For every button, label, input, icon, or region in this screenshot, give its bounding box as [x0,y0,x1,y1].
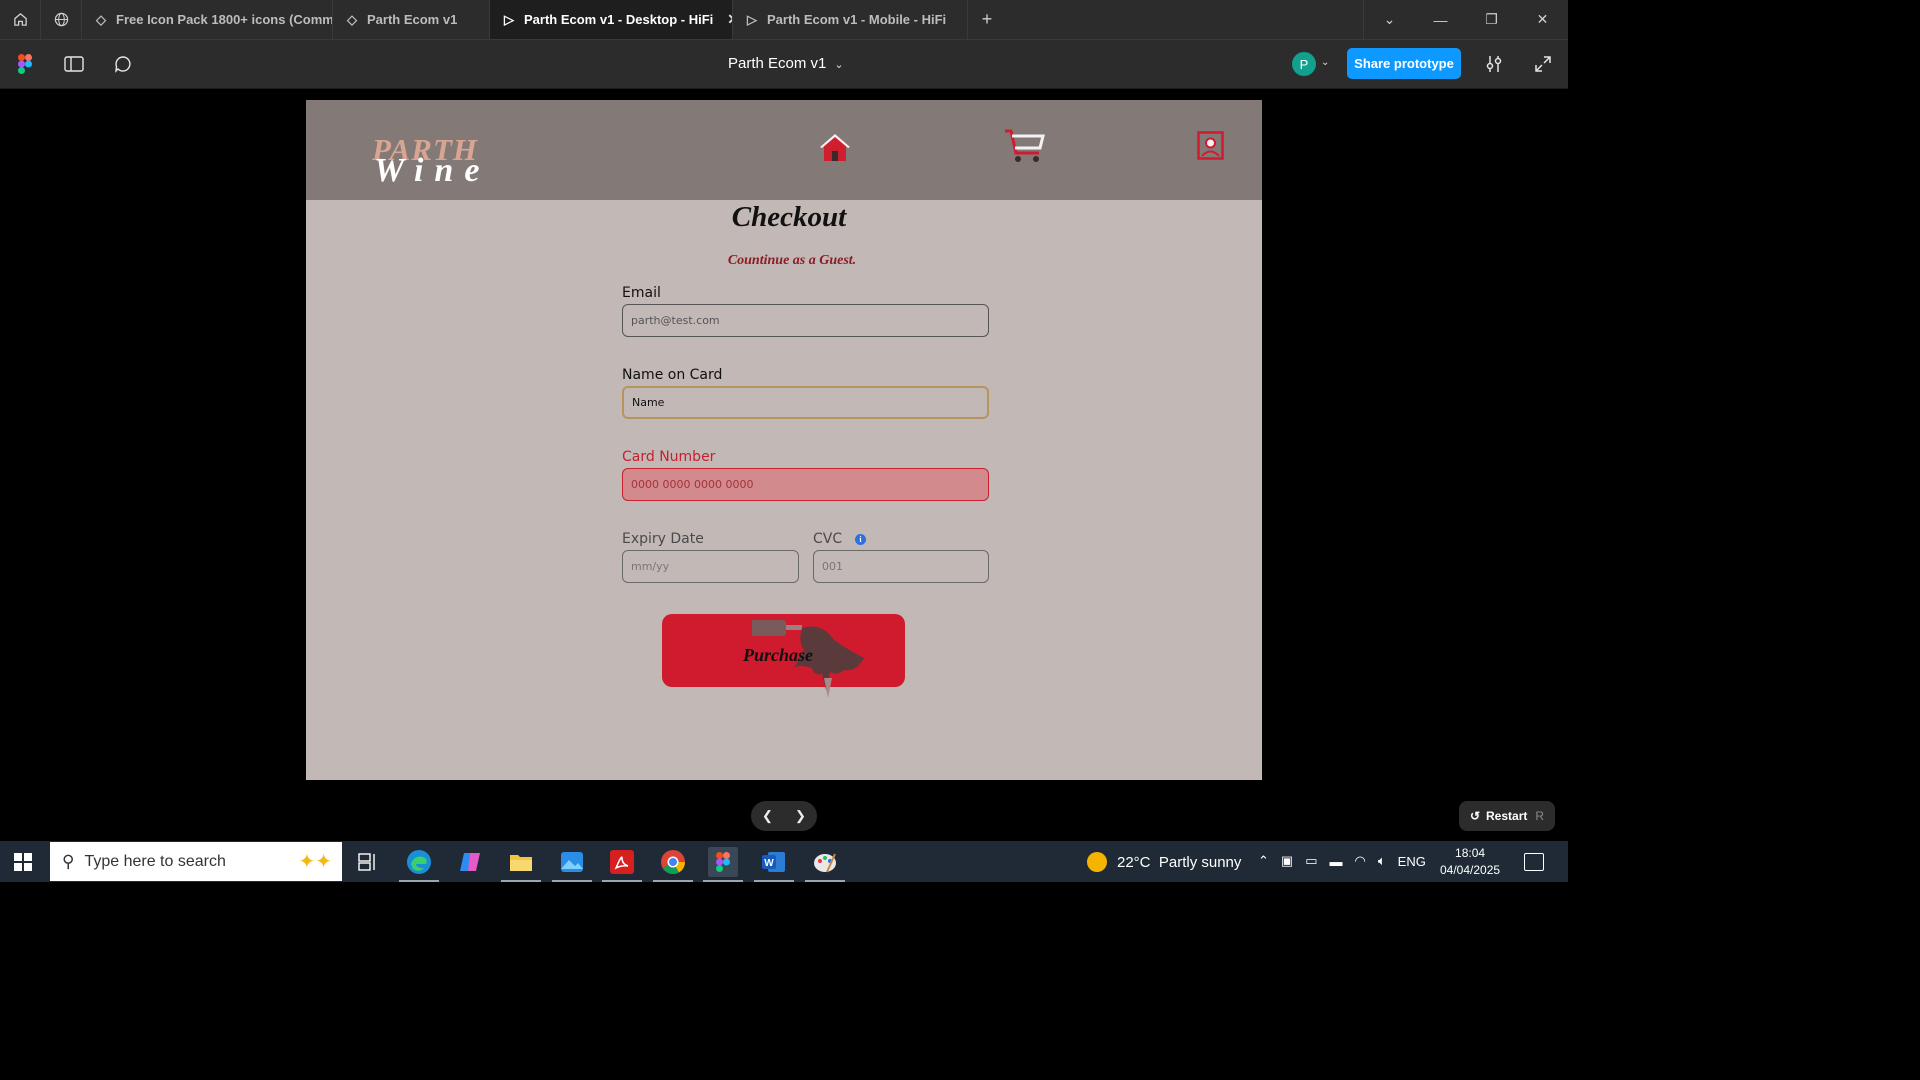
info-icon[interactable]: i [855,534,866,545]
play-icon: ▷ [747,11,757,27]
tab-parth-ecom[interactable]: ◇ Parth Ecom v1 [333,0,490,39]
figma-toolbar: Parth Ecom v1 ⌄ P ⌄ Share prototype [0,40,1568,89]
paint-icon[interactable] [805,847,845,882]
tab-label: Free Icon Pack 1800+ icons (Commun [116,12,333,27]
taskbar-search[interactable]: ⚲ Type here to search ✦✦ [50,842,342,881]
site-header: PARTH Wine [306,100,1262,200]
expiry-date-field[interactable] [622,550,799,583]
card-number-label: Card Number [622,449,716,465]
page-title: Checkout [731,201,847,233]
tab-list-chevron-icon[interactable]: ⌄ [1364,0,1415,39]
email-field[interactable] [622,304,989,337]
wifi-icon[interactable]: ◠ [1355,853,1366,869]
cart-icon[interactable] [1003,128,1045,164]
volume-icon[interactable]: 🔈︎ [1378,853,1386,869]
guest-checkout-link[interactable]: Countinue as a Guest. [306,253,1262,269]
previous-frame-icon[interactable]: ❮ [762,808,773,824]
search-icon: ⚲ [62,851,75,871]
tab-free-icon-pack[interactable]: ◇ Free Icon Pack 1800+ icons (Commun [82,0,333,39]
tab-label: Parth Ecom v1 [367,12,458,27]
clock-time: 18:04 [1455,846,1486,860]
design-file-icon: ◇ [96,11,106,27]
name-on-card-field[interactable] [622,386,989,419]
purchase-button[interactable]: Purchase [662,614,905,698]
brand-logo[interactable]: PARTH Wine [372,132,486,189]
sidebar-toggle-icon[interactable] [61,52,87,76]
svg-text:W: W [764,858,774,869]
fullscreen-icon[interactable] [1533,54,1553,74]
figma-app-icon[interactable] [703,847,743,882]
restore-icon[interactable]: ❐ [1466,0,1517,39]
user-profile-icon[interactable] [1197,131,1224,160]
language-indicator[interactable]: ENG [1398,854,1426,869]
system-tray: ⌃ ▣ ▭ ▬ ◠ 🔈︎ ENG [1258,853,1426,869]
chrome-icon[interactable] [653,847,693,882]
search-placeholder: Type here to search [84,852,226,870]
share-prototype-button[interactable]: Share prototype [1347,48,1461,79]
home-icon[interactable] [0,0,41,39]
battery-icon[interactable]: ▬ [1330,854,1343,869]
copilot-sparkle-icon: ✦✦ [298,851,332,873]
avatar[interactable]: P [1292,52,1316,76]
cvc-label: CVC [813,531,843,547]
home-icon[interactable] [819,132,851,162]
chevron-down-icon[interactable]: ⌄ [1321,57,1329,68]
expiry-date-label: Expiry Date [622,531,704,547]
clock-date: 04/04/2025 [1440,863,1501,877]
card-number-field[interactable] [622,468,989,501]
tab-desktop-hifi[interactable]: ▷ Parth Ecom v1 - Desktop - HiFi ✕ [490,0,733,39]
task-view-icon[interactable] [353,847,383,877]
file-explorer-icon[interactable] [501,847,541,882]
restart-button[interactable]: ↺ Restart R [1459,801,1555,831]
weather-text: 22°C Partly sunny [1117,853,1242,871]
minimize-icon[interactable]: — [1415,0,1466,39]
weather-widget[interactable]: 22°C Partly sunny [1087,852,1241,872]
next-frame-icon[interactable]: ❯ [795,808,806,824]
photos-icon[interactable] [552,847,592,882]
cvc-field[interactable] [813,550,989,583]
settings-sliders-icon[interactable] [1484,54,1504,74]
restart-shortcut: R [1535,809,1545,823]
windows-taskbar: ⚲ Type here to search ✦✦ W 22°C Partly s… [0,841,1568,882]
notifications-icon[interactable] [1524,853,1544,871]
word-icon[interactable]: W [754,847,794,882]
copilot-icon[interactable] [455,847,485,877]
name-on-card-label: Name on Card [622,367,723,383]
comment-icon[interactable] [110,52,136,76]
clock[interactable]: 18:04 04/04/2025 [1440,845,1500,879]
restart-icon: ↺ [1469,809,1481,823]
new-tab-icon[interactable]: + [968,0,1006,39]
weather-icon [1087,852,1107,872]
display-icon[interactable]: ▭ [1305,853,1317,869]
chevron-down-icon: ⌄ [834,59,844,71]
prototype-pager: ❮ ❯ [751,801,817,831]
browser-tab-bar: ◇ Free Icon Pack 1800+ icons (Commun ◇ P… [0,0,1568,40]
play-icon: ▷ [504,11,514,27]
project-title-dropdown[interactable]: Parth Ecom v1 ⌄ [728,55,844,72]
restart-label: Restart [1486,809,1528,823]
figma-logo-icon[interactable] [18,54,32,74]
windows-start-icon[interactable] [14,853,32,871]
logo-bottom-text: Wine [374,152,491,189]
tab-label: Parth Ecom v1 - Mobile - HiFi [767,12,947,27]
acrobat-icon[interactable] [602,847,642,882]
edge-browser-icon[interactable] [399,847,439,882]
design-file-icon: ◇ [347,11,357,27]
tab-mobile-hifi[interactable]: ▷ Parth Ecom v1 - Mobile - HiFi [733,0,968,39]
close-window-icon[interactable]: ✕ [1517,0,1568,39]
globe-icon[interactable] [41,0,82,39]
purchase-label: Purchase [743,645,814,665]
prototype-frame: PARTH Wine Checkout Countinue as a Guest… [306,100,1262,780]
meet-icon[interactable]: ▣ [1281,853,1293,869]
project-title: Parth Ecom v1 [728,55,827,72]
tab-label: Parth Ecom v1 - Desktop - HiFi [524,12,714,27]
chevron-up-icon[interactable]: ⌃ [1258,853,1269,869]
email-label: Email [622,285,661,301]
